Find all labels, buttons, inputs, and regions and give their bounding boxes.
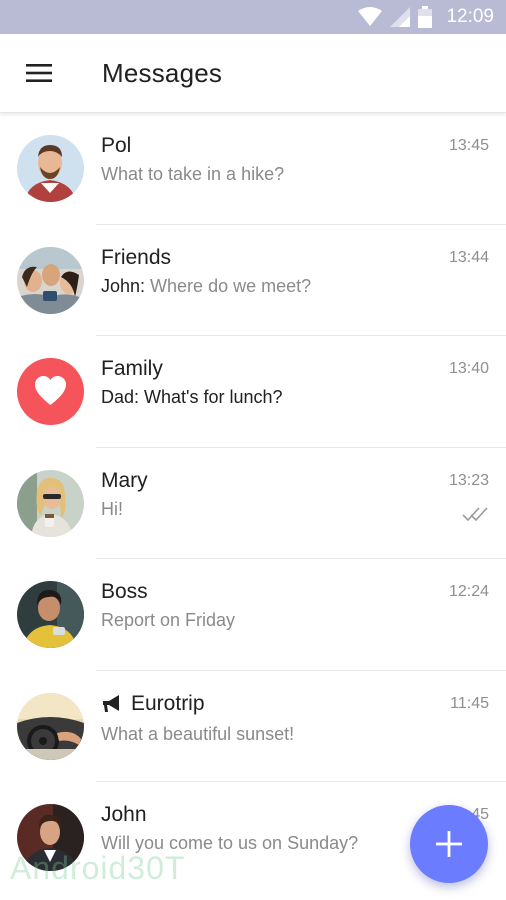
cell-signal-icon [390, 7, 411, 27]
chat-time: 12:24 [448, 583, 489, 600]
chat-item-family[interactable]: Family Dad: What's for lunch? 13:40 [0, 336, 506, 448]
app-bar: Messages [0, 34, 506, 113]
page-title: Messages [102, 57, 223, 88]
chat-preview: Hi! [101, 498, 123, 519]
avatar-photo-man-phone[interactable] [17, 581, 84, 648]
chat-item-boss[interactable]: Boss Report on Friday 12:24 [0, 559, 506, 671]
chat-time: 13:45 [448, 137, 489, 154]
avatar-photo-woman-sunglasses[interactable] [17, 469, 84, 537]
hamburger-menu-icon [26, 64, 52, 82]
megaphone-icon [103, 694, 119, 712]
chat-name: Family [101, 357, 163, 380]
battery-icon [418, 6, 433, 28]
watermark: Android30T [10, 850, 186, 886]
status-time: 12:09 [446, 6, 494, 27]
chat-name: Mary [101, 468, 148, 492]
chat-name: Pol [101, 134, 132, 157]
chat-name: Eurotrip [101, 692, 205, 716]
status-bar: 12:09 [0, 0, 506, 34]
chat-preview: Dad: What's for lunch? [101, 387, 283, 407]
chat-time: 11:45 [450, 694, 489, 712]
chat-preview: Report on Friday [101, 610, 236, 630]
avatar-heart[interactable] [17, 358, 84, 425]
read-double-check-icon [462, 506, 488, 527]
avatar-photo-group-selfie[interactable] [17, 246, 84, 314]
chat-item-mary[interactable]: Mary Hi! 13:23 [0, 448, 506, 559]
avatar-photo-man-beard[interactable] [17, 135, 84, 202]
chat-preview: What to take in a hike? [101, 164, 285, 184]
avatar-photo-car-sunset[interactable] [17, 692, 84, 760]
chat-item-eurotrip[interactable]: Eurotrip What a beautiful sunset! 11:45 [0, 671, 506, 782]
chat-item-pol[interactable]: Pol What to take in a hike? 13:45 [0, 113, 506, 225]
chat-name: Friends [101, 245, 172, 269]
plus-icon [436, 831, 462, 857]
chat-time: 13:44 [448, 248, 489, 266]
wifi-icon [358, 7, 383, 26]
menu-button[interactable] [0, 34, 78, 113]
chat-time: 13:23 [448, 471, 489, 489]
chat-time: 13:40 [448, 360, 489, 377]
chat-name: John [101, 803, 147, 826]
chat-preview: John: Where do we meet? [101, 275, 312, 296]
new-message-button[interactable] [410, 805, 488, 883]
chat-name: Boss [101, 580, 148, 603]
chat-preview: What a beautiful sunset! [101, 723, 295, 744]
chat-list: Pol What to take in a hike? 13:45 Friend… [0, 113, 506, 894]
chat-item-friends[interactable]: Friends John: Where do we meet? 13:44 [0, 225, 506, 336]
